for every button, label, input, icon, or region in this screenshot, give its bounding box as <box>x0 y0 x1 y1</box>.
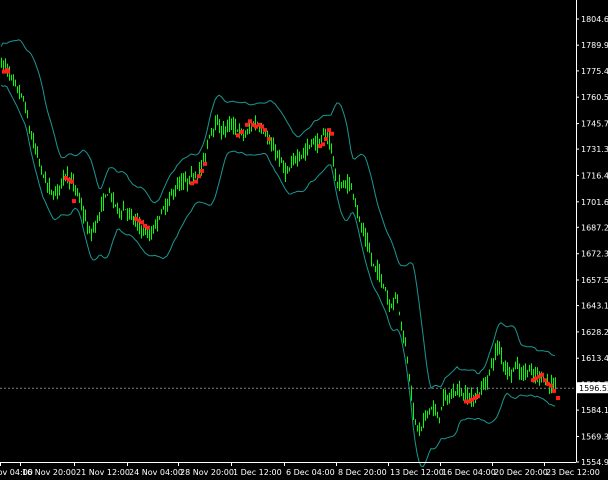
y-tick-label: 1613.40 <box>581 354 608 363</box>
signal-marker <box>203 161 207 166</box>
signal-marker <box>70 179 74 184</box>
y-tick-label: 1760.55 <box>581 93 608 102</box>
x-tick-label: 6 Dec 04:00 <box>286 468 335 477</box>
signal-marker <box>146 225 150 230</box>
y-tick-label: 1687.20 <box>581 223 608 232</box>
y-tick-label: 1804.65 <box>581 15 608 24</box>
y-tick-label: 1569.30 <box>581 433 608 442</box>
signal-marker <box>324 137 328 141</box>
signal-marker <box>194 179 198 184</box>
y-tick-label: 1554.90 <box>581 458 608 467</box>
y-tick-label: 1672.35 <box>581 250 608 259</box>
signal-marker <box>321 142 325 147</box>
y-tick-label: 1716.45 <box>581 171 608 180</box>
x-tick-label: 16 Nov 20:00 <box>22 468 76 477</box>
y-tick-label: 1745.70 <box>581 120 608 129</box>
x-tick-label: 20 Dec 20:00 <box>494 468 548 477</box>
x-tick-label: 13 Dec 12:00 <box>390 468 444 477</box>
x-tick-label: 1 Dec 12:00 <box>233 468 282 477</box>
signal-marker <box>543 378 547 383</box>
signal-marker <box>6 69 10 74</box>
y-tick-label: 1731.30 <box>581 145 608 154</box>
y-tick-label: 1701.60 <box>581 198 608 207</box>
signal-marker <box>549 383 553 388</box>
current-price-label: 1596.53 <box>579 384 608 393</box>
signal-marker <box>476 394 480 399</box>
x-tick-label: 23 Dec 12:00 <box>546 468 600 477</box>
signal-marker <box>260 124 264 129</box>
x-tick-label: 24 Nov 04:00 <box>129 468 183 477</box>
signal-marker <box>236 133 240 138</box>
signal-marker <box>248 119 252 124</box>
y-tick-label: 1628.25 <box>581 328 608 337</box>
y-tick-label: 1584.15 <box>581 406 608 415</box>
price-chart[interactable]: 1804.65 1789.90 1775.40 1760.55 1745.70 1731.… <box>0 0 608 480</box>
signal-marker <box>72 199 76 204</box>
y-tick-label: 1775.40 <box>581 67 608 76</box>
x-tick-label: 8 Dec 20:00 <box>338 468 387 477</box>
x-tick-label: 21 Nov 12:00 <box>76 468 130 477</box>
signal-marker <box>327 128 331 133</box>
y-tick-label: 1657.50 <box>581 276 608 285</box>
signal-marker <box>267 137 271 141</box>
signal-marker <box>197 174 201 179</box>
x-tick-label: 16 Dec 04:00 <box>442 468 496 477</box>
signal-marker <box>240 129 244 134</box>
signal-marker <box>263 128 267 133</box>
signal-marker <box>552 388 556 393</box>
y-tick-label: 1643.10 <box>581 302 608 311</box>
signal-marker <box>556 396 560 400</box>
signal-marker <box>190 181 194 186</box>
signal-marker <box>200 168 204 173</box>
x-tick-label: 28 Nov 20:00 <box>180 468 234 477</box>
y-tick-label: 1789.90 <box>581 41 608 50</box>
signal-marker <box>330 131 334 136</box>
signal-marker <box>245 122 249 127</box>
signal-marker <box>140 220 144 225</box>
signal-marker <box>540 372 544 377</box>
